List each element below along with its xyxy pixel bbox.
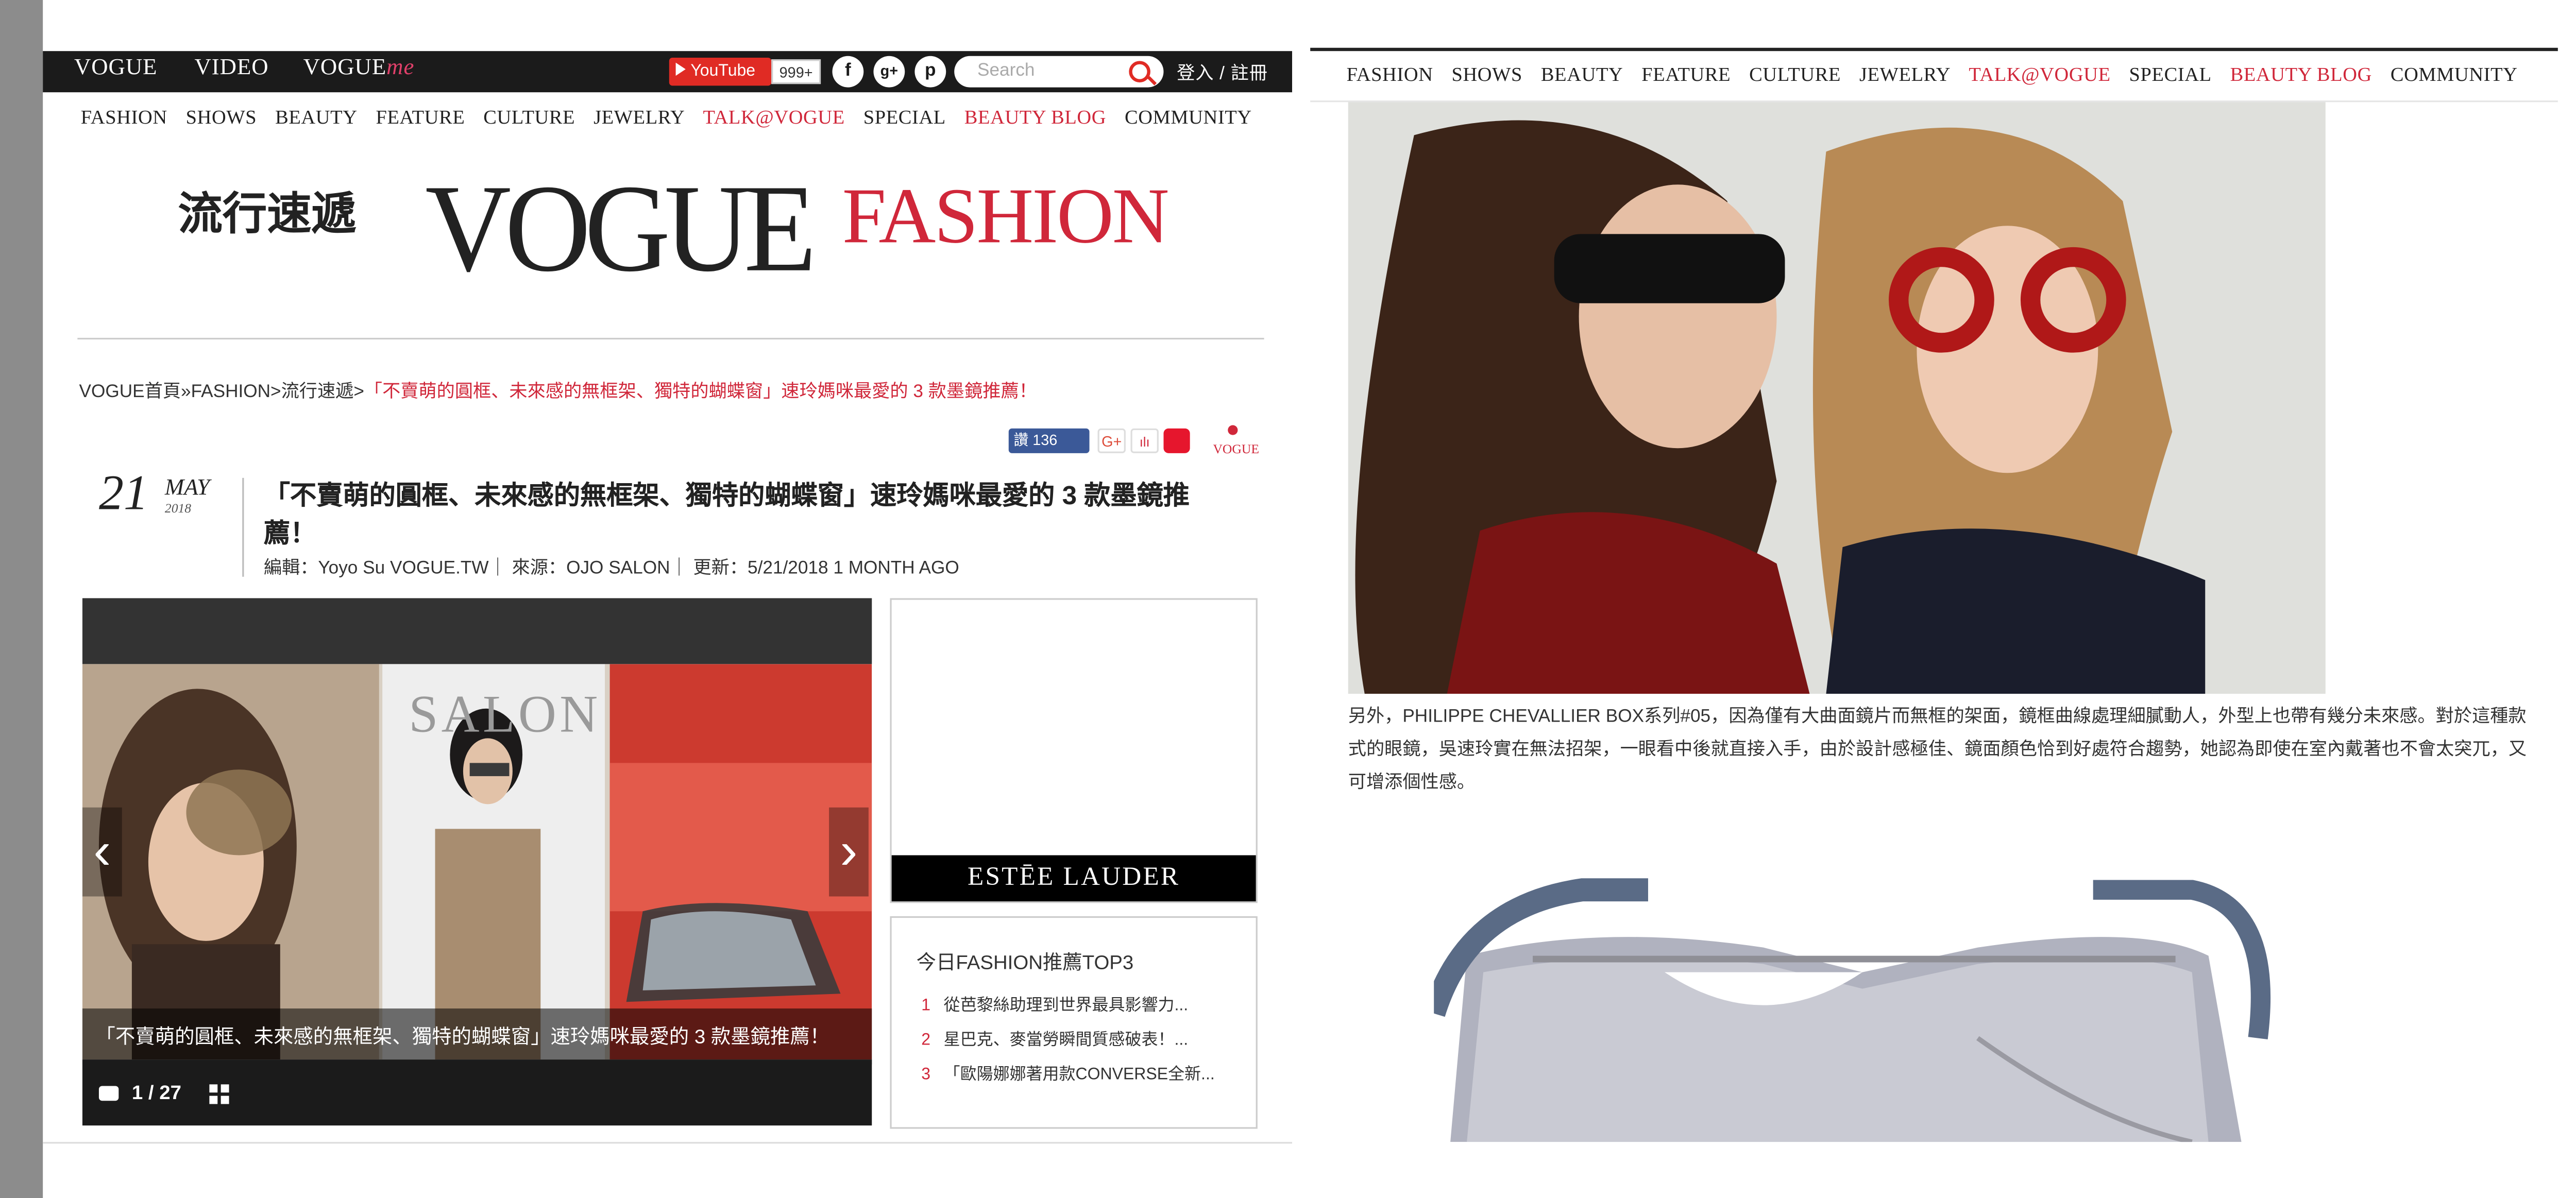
nav-vogueme-link[interactable]: VOGUEme	[303, 56, 415, 82]
nav-item[interactable]: FASHION	[1347, 63, 1433, 86]
photo-slider[interactable]: SALON	[82, 664, 872, 1060]
breadcrumb-path[interactable]: VOGUE首頁»FASHION>流行速遞>	[79, 382, 364, 402]
nav-item[interactable]: SHOWS	[1451, 63, 1522, 86]
section-cn-title: 流行速遞	[178, 189, 356, 239]
vogue-small-logo: VOGUE	[1213, 441, 1260, 457]
search-placeholder: Search	[977, 61, 1035, 81]
top3-item[interactable]: 1 從芭黎絲助理到世界最具影響力...	[921, 990, 1188, 1015]
nav-item[interactable]: JEWELRY	[1859, 63, 1951, 86]
pin-icon	[1228, 425, 1238, 435]
nav-item-beauty-blog[interactable]: BEAUTY BLOG	[964, 106, 1106, 129]
breadcrumb: VOGUE首頁»FASHION>流行速遞>「不賣萌的圓框、未來感的無框架、獨特的…	[79, 378, 1037, 404]
left-panel-bottom-edge	[43, 1142, 1293, 1144]
google-plus-icon[interactable]: g+	[873, 56, 905, 88]
facebook-icon[interactable]: f	[832, 56, 864, 88]
masthead-divider	[77, 337, 1264, 340]
breadcrumb-current: 「不賣萌的圓框、未來感的無框架、獨特的蝴蝶窗」速玲媽咪最愛的 3 款墨鏡推薦！	[364, 382, 1037, 402]
date-divider	[242, 477, 244, 577]
grid-view-icon[interactable]	[209, 1083, 229, 1104]
slide-counter: 1 / 27	[131, 1081, 181, 1104]
salon-watermark: SALON	[409, 683, 601, 743]
top-bar: VOGUE VIDEO VOGUEme YouTube 999+ f g+ p …	[43, 51, 1293, 93]
article-meta: 編輯：Yoyo Su VOGUE.TW｜ 來源：OJO SALON｜ 更新：5/…	[263, 558, 959, 579]
top3-item[interactable]: 3 「歐陽娜娜著用款CONVERSE全新...	[921, 1059, 1215, 1084]
main-nav: FASHION SHOWS BEAUTY FEATURE CULTURE JEW…	[81, 106, 1265, 130]
facebook-like-button[interactable]: 讚 136	[1008, 428, 1090, 453]
login-link[interactable]: 登入 / 註冊	[1177, 59, 1268, 85]
nav-item[interactable]: SPECIAL	[2129, 63, 2212, 86]
like-count: 136	[1032, 432, 1058, 449]
youtube-play-icon	[675, 62, 686, 76]
vogueme-me: me	[386, 56, 415, 81]
nav-video-link[interactable]: VIDEO	[194, 56, 268, 82]
nav-item[interactable]: JEWELRY	[594, 106, 685, 129]
nav-item[interactable]: CULTURE	[483, 106, 575, 129]
slider-next-arrow[interactable]: ›	[829, 807, 869, 897]
vogueme-vogue: VOGUE	[303, 56, 387, 81]
date-month: MAY	[164, 476, 210, 501]
search-box[interactable]: Search	[954, 56, 1164, 88]
nav-item[interactable]: COMMUNITY	[2391, 63, 2518, 86]
nav-item-beauty-blog[interactable]: BEAUTY BLOG	[2230, 63, 2372, 86]
article-paragraph: 另外，PHILIPPE CHEVALLIER BOX系列#05，因為僅有大曲面鏡…	[1348, 707, 2527, 793]
date-day: 21	[98, 466, 148, 521]
right-main-nav: FASHION SHOWS BEAUTY FEATURE CULTURE JEW…	[1347, 63, 2531, 88]
top3-item[interactable]: 2 星巴克、麥當勞瞬間質感破表！...	[921, 1025, 1188, 1050]
nav-item-talk[interactable]: TALK@VOGUE	[1969, 63, 2110, 86]
nav-item[interactable]: BEAUTY	[1541, 63, 1623, 86]
search-icon[interactable]	[1129, 61, 1150, 82]
date-year: 2018	[164, 501, 192, 516]
like-label: 讚	[1013, 432, 1029, 449]
slider-footer: 1 / 27	[82, 1059, 872, 1126]
nav-item[interactable]: SPECIAL	[863, 106, 946, 129]
nav-item[interactable]: FEATURE	[376, 106, 465, 129]
nav-item[interactable]: FEATURE	[1641, 63, 1731, 86]
vogue-logo[interactable]: VOGUE	[425, 158, 817, 300]
google-plus-share[interactable]: G+	[1097, 428, 1126, 453]
pinterest-icon[interactable]: p	[914, 56, 946, 88]
nav-item-talk[interactable]: TALK@VOGUE	[703, 106, 845, 129]
left-margin-bar	[0, 0, 43, 1198]
nav-item[interactable]: CULTURE	[1749, 63, 1841, 86]
nav-item[interactable]: COMMUNITY	[1125, 106, 1252, 129]
fashion-section-title: FASHION	[842, 173, 1170, 261]
nav-item[interactable]: BEAUTY	[275, 106, 358, 129]
slider-header	[82, 598, 872, 664]
slider-prev-arrow[interactable]: ‹	[82, 807, 122, 897]
nav-item[interactable]: SHOWS	[186, 106, 257, 129]
article-photo-models	[1348, 102, 2326, 694]
youtube-label: YouTube	[690, 62, 756, 81]
youtube-button[interactable]: YouTube	[669, 57, 772, 86]
slider-caption: 「不賣萌的圓框、未來感的無框架、獨特的蝴蝶窗」速玲媽咪最愛的 3 款墨鏡推薦！	[82, 1008, 872, 1065]
youtube-count: 999+	[771, 59, 821, 84]
top3-heading: 今日FASHION推薦TOP3	[916, 951, 1134, 974]
plurk-share-icon[interactable]: ılı	[1130, 428, 1159, 453]
nav-vogue-link[interactable]: VOGUE	[74, 56, 158, 82]
camera-icon	[98, 1086, 119, 1101]
estee-lauder-ad-logo[interactable]: ESTĒE LAUDER	[891, 855, 1256, 902]
right-top-rule	[1310, 47, 2558, 52]
top3-box: 今日FASHION推薦TOP3 1 從芭黎絲助理到世界最具影響力... 2 星巴克、…	[890, 916, 1258, 1129]
product-photo-sunglasses	[1434, 857, 2307, 1142]
nav-item[interactable]: FASHION	[81, 106, 167, 129]
article-title: 「不賣萌的圓框、未來感的無框架、獨特的蝴蝶窗」速玲媽咪最愛的 3 款墨鏡推薦！	[263, 483, 1190, 549]
weibo-share-icon[interactable]	[1163, 428, 1190, 453]
